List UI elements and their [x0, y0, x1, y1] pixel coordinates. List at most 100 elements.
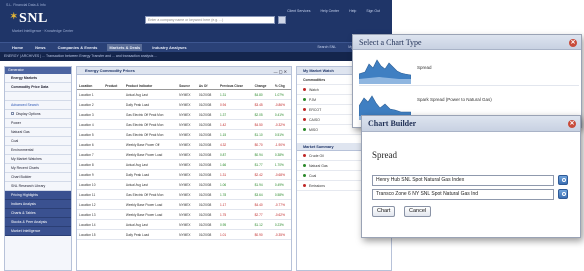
left-sidebar: Generator Energy Markets Commodity Price …: [4, 66, 72, 271]
top-link-sign-out[interactable]: Sign Out: [366, 9, 380, 13]
sidebar-item[interactable]: SNL Research Library: [5, 182, 71, 191]
table-row[interactable]: Location 12 Weekly Base Power Load NYMEX 01…: [77, 199, 291, 210]
status-dot-icon: [303, 154, 306, 157]
table-cell[interactable]: Location 15: [77, 229, 104, 240]
table-cell: NYMEX: [177, 109, 197, 120]
table-cell[interactable]: Location 11: [77, 189, 104, 200]
sidebar-item[interactable]: Energy Markets: [5, 74, 71, 83]
table-cell[interactable]: Location 6: [77, 139, 104, 150]
sidebar-item[interactable]: Commodity Price Data: [5, 83, 71, 92]
table-cell[interactable]: Location 8: [77, 159, 104, 170]
sidebar-item[interactable]: [5, 92, 71, 101]
table-cell: $2.42: [252, 169, 273, 180]
series-two-field[interactable]: Transco Zone 6 NY SNL Spot Natural Gas I…: [372, 189, 554, 200]
lookup-icon[interactable]: [558, 189, 568, 199]
sidebar-item[interactable]: Stocks & Peer Analysis: [5, 218, 71, 227]
table-row[interactable]: Location 9 Daily Peak Load NYMEX 01/20/08 1.…: [77, 169, 291, 180]
table-row[interactable]: Location 1 Actual Avg Last NYMEX 01/20/08 1.…: [77, 89, 291, 100]
sidebar-item-label: Coal: [11, 139, 19, 143]
table-row[interactable]: Location 14 Actual Avg Last NYMEX 01/20/08 0…: [77, 219, 291, 230]
news-ticker[interactable]: ENERGY | ARCHIVES | ... Transaction betw…: [0, 52, 392, 61]
table-cell: [103, 149, 124, 160]
nav-item-home[interactable]: Home: [10, 44, 25, 51]
chart-option-spread[interactable]: Spread: [359, 52, 579, 86]
table-row[interactable]: Location 5 Gas Electric Off Peak Mon NYMEX…: [77, 129, 291, 140]
search-input[interactable]: Enter a company name or keyword here (e.…: [145, 16, 275, 24]
table-cell: 1.17: [217, 199, 253, 210]
table-cell: Weekly Base Power Load: [123, 149, 178, 160]
chart-button[interactable]: Chart: [372, 206, 396, 217]
table-row[interactable]: Location 7 Weekly Base Power Load NYMEX 01/…: [77, 149, 291, 160]
table-row[interactable]: Location 10 Actual Avg Last NYMEX 01/20/08 1…: [77, 179, 291, 190]
table-cell[interactable]: Location 9: [77, 169, 104, 180]
table-cell: 0.94: [217, 99, 253, 110]
close-icon[interactable]: ✕: [569, 39, 577, 47]
table-cell: NYMEX: [177, 159, 197, 170]
panel-controls-icon[interactable]: — ▢ ✕: [274, 68, 287, 76]
table-cell: Weekly Base Power Load: [123, 199, 178, 210]
table-row[interactable]: Location 13 Weekly Base Power Load NYMEX 01…: [77, 209, 291, 220]
table-cell[interactable]: Location 14: [77, 219, 104, 230]
close-icon[interactable]: ✕: [568, 120, 576, 128]
nav-item-markets[interactable]: Markets & Deals: [107, 44, 143, 51]
sidebar-item[interactable]: Chart Builder: [5, 173, 71, 182]
sidebar-item[interactable]: Charts & Tables: [5, 209, 71, 218]
table-cell: 01/20/08: [196, 149, 218, 160]
table-cell: [103, 119, 124, 130]
table-cell[interactable]: Location 5: [77, 129, 104, 140]
nav-item-news[interactable]: News: [33, 44, 47, 51]
sidebar-item-label: Pricing Highlights: [11, 193, 39, 197]
series-one-field[interactable]: Henry Hub SNL Spot Natural Gas Index: [372, 175, 554, 186]
table-cell[interactable]: Location 2: [77, 99, 104, 110]
top-link-help[interactable]: Help: [349, 9, 356, 13]
table-row[interactable]: Location 6 Weekly Base Power Off NYMEX 01/2…: [77, 139, 291, 150]
table-cell: NYMEX: [177, 229, 197, 240]
sidebar-item[interactable]: Pricing Highlights: [5, 191, 71, 200]
table-row[interactable]: Location 8 Actual Avg Last NYMEX 01/20/08 1.…: [77, 159, 291, 170]
sidebar-item[interactable]: Advanced Search: [5, 101, 71, 110]
snl-logo[interactable]: ✶SNL: [10, 11, 48, 27]
table-cell: Actual Avg Last: [123, 89, 178, 100]
sidebar-item-label: Display Options: [16, 112, 41, 116]
table-cell: 01/20/08: [196, 169, 218, 180]
table-cell[interactable]: Location 13: [77, 209, 104, 220]
sidebar-item[interactable]: Coal: [5, 137, 71, 146]
table-cell: 0.51%: [272, 129, 291, 140]
status-dot-icon: [303, 118, 306, 121]
table-cell: 01/20/08: [196, 139, 218, 150]
sidebar-item[interactable]: My Recent Charts: [5, 164, 71, 173]
sidebar-item-label: Market Intelligence: [11, 229, 41, 233]
sidebar-item[interactable]: My Market Watches: [5, 155, 71, 164]
search-button[interactable]: [278, 16, 286, 24]
lookup-icon[interactable]: [558, 175, 568, 185]
table-cell[interactable]: Location 3: [77, 109, 104, 120]
table-cell[interactable]: Location 10: [77, 179, 104, 190]
table-row[interactable]: Location 3 Gas Electric Off Peak Mon NYMEX…: [77, 109, 291, 120]
sidebar-item-label: Environmental: [11, 148, 34, 152]
table-row[interactable]: Location 4 Gas Electric Off Peak Mon NYMEX…: [77, 119, 291, 130]
sidebar-item[interactable]: Power: [5, 119, 71, 128]
table-cell[interactable]: Location 12: [77, 199, 104, 210]
sidebar-item[interactable]: Natural Gas: [5, 128, 71, 137]
sidebar-item[interactable]: Market Intelligence: [5, 227, 71, 236]
table-cell[interactable]: Location 4: [77, 119, 104, 130]
table-row[interactable]: Location 15 Daily Peak Load NYMEX 01/20/08 1…: [77, 229, 291, 240]
table-cell[interactable]: Location 7: [77, 149, 104, 160]
nav-link-search[interactable]: Search SNL: [317, 45, 336, 49]
nav-item-industry[interactable]: Industry Analyses: [150, 44, 188, 51]
cancel-button[interactable]: Cancel: [404, 206, 432, 217]
sidebar-item[interactable]: Indices Analysis: [5, 200, 71, 209]
top-link-help-center[interactable]: Help Center: [320, 9, 339, 13]
table-row[interactable]: Location 2 Daily Peak Load NYMEX 01/20/08 0.…: [77, 99, 291, 110]
main-nav: Home News Companies & Events Markets & D…: [0, 42, 392, 52]
table-cell: -0.86%: [272, 99, 291, 110]
market-watch-label: Watch: [309, 88, 319, 92]
table-cell[interactable]: Location 1: [77, 89, 104, 100]
sidebar-item-label: Charts & Tables: [11, 211, 36, 215]
checkbox-icon[interactable]: [11, 112, 14, 115]
sidebar-item[interactable]: Environmental: [5, 146, 71, 155]
nav-item-companies[interactable]: Companies & Events: [56, 44, 100, 51]
top-link-client-services[interactable]: Client Services: [287, 9, 310, 13]
sidebar-item[interactable]: Display Options: [5, 110, 71, 119]
table-row[interactable]: Location 11 Gas Electric Off Peak Mon NYME…: [77, 189, 291, 200]
